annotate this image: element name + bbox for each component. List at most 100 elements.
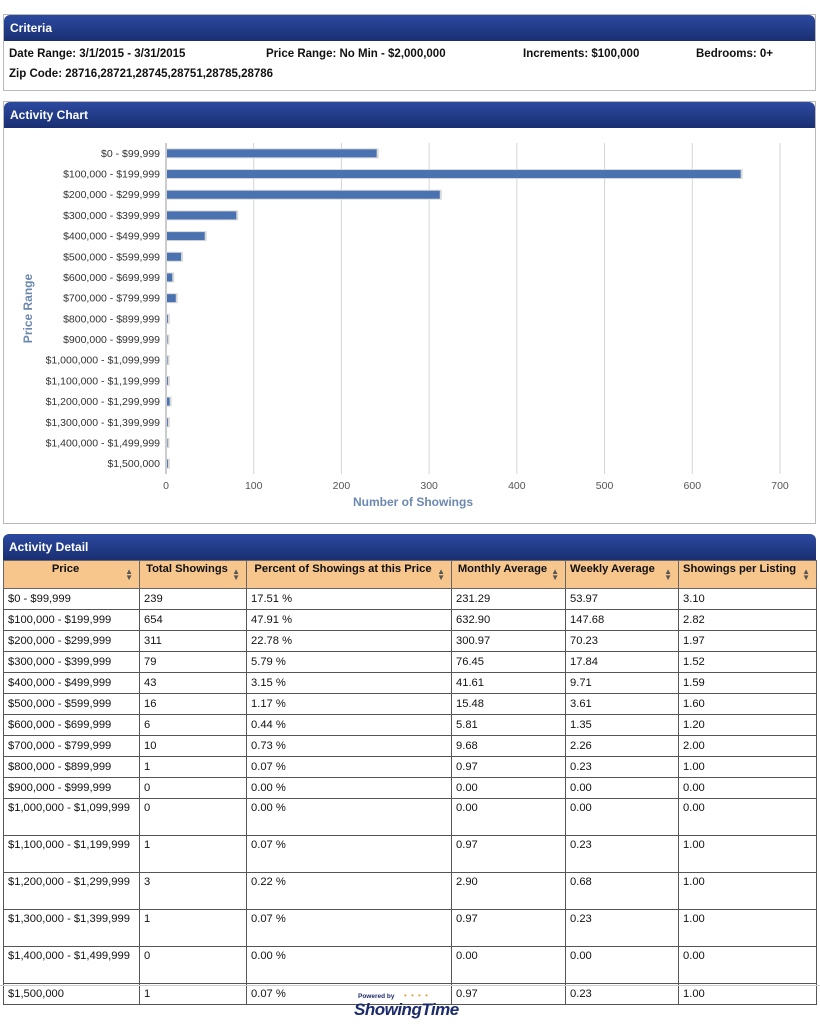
table-cell: 1.17 % (246, 693, 452, 715)
table-cell: 0.00 (451, 798, 566, 836)
table-cell: $1,100,000 - $1,199,999 (3, 835, 140, 873)
y-category-label: $1,400,000 - $1,499,999 (46, 437, 161, 449)
table-cell: 47.91 % (246, 609, 452, 631)
table-cell: 0.97 (451, 835, 566, 873)
table-cell: 239 (139, 588, 247, 610)
table-cell: 41.61 (451, 672, 566, 694)
sort-icon[interactable]: ▲ ▼ (125, 568, 133, 582)
table-cell: 15.48 (451, 693, 566, 715)
bar (167, 438, 168, 447)
table-cell: 0.00 (565, 798, 679, 836)
criteria-panel: Criteria Date Range: 3/1/2015 - 3/31/201… (3, 14, 816, 91)
table-cell: 0.00 % (246, 946, 452, 984)
showingtime-logo: • • • • Powered by ShowingTime (354, 991, 466, 1021)
table-cell: 0.23 (565, 909, 679, 947)
table-cell: 0.00 (678, 777, 817, 799)
table-cell: 0.44 % (246, 714, 452, 736)
column-header-total-showings[interactable]: Total Showings ▲ ▼ (139, 560, 247, 589)
x-tick-label: 400 (508, 480, 526, 492)
y-category-label: $600,000 - $699,999 (63, 272, 160, 284)
table-cell: $400,000 - $499,999 (3, 672, 140, 694)
y-category-label: $500,000 - $599,999 (63, 251, 160, 263)
sort-icon[interactable]: ▲ ▼ (437, 568, 445, 582)
column-header-percent[interactable]: Percent of Showings at this Price ▲ ▼ (246, 560, 452, 589)
bar (167, 294, 176, 303)
y-category-label: $100,000 - $199,999 (63, 169, 160, 181)
bar (167, 211, 237, 220)
table-cell: $900,000 - $999,999 (3, 777, 140, 799)
y-category-label: $400,000 - $499,999 (63, 231, 160, 243)
activity-detail-table: Price ▲ ▼ Total Showings ▲ ▼ Percent of Show… (3, 560, 817, 1005)
table-cell: 654 (139, 609, 247, 631)
table-cell: $700,000 - $799,999 (3, 735, 140, 757)
x-tick-label: 500 (596, 480, 614, 492)
table-cell: 147.68 (565, 609, 679, 631)
table-cell: $200,000 - $299,999 (3, 630, 140, 652)
table-row: $100,000 - $199,999 654 47.91 % 632.90 147.6… (3, 609, 817, 631)
y-category-label: $0 - $99,999 (101, 148, 160, 160)
y-category-label: $700,000 - $799,999 (63, 293, 160, 305)
bedrooms: Bedrooms: 0+ (696, 48, 774, 60)
table-cell: 3.61 (565, 693, 679, 715)
table-cell: 3.10 (678, 588, 817, 610)
table-cell: 2.82 (678, 609, 817, 631)
table-cell: 1.60 (678, 693, 817, 715)
sort-icon[interactable]: ▲ ▼ (551, 568, 559, 582)
sort-icon[interactable]: ▲ ▼ (664, 568, 672, 582)
table-row: $700,000 - $799,999 10 0.73 % 9.68 2.26 2.00 (3, 735, 817, 757)
table-cell: 632.90 (451, 609, 566, 631)
table-cell: $100,000 - $199,999 (3, 609, 140, 631)
table-cell: 0.07 % (246, 835, 452, 873)
table-cell: 5.81 (451, 714, 566, 736)
table-cell: 300.97 (451, 630, 566, 652)
table-cell: $300,000 - $399,999 (3, 651, 140, 673)
table-cell: $1,300,000 - $1,399,999 (3, 909, 140, 947)
table-cell: 311 (139, 630, 247, 652)
table-cell: 1.00 (678, 835, 817, 873)
table-cell: 0.00 % (246, 777, 452, 799)
bar (167, 170, 741, 179)
activity-chart-panel: Activity Chart 0 100 200 300 400 500 600 700 $0 … (3, 101, 816, 524)
table-cell: 76.45 (451, 651, 566, 673)
table-cell: 9.71 (565, 672, 679, 694)
table-cell: 0.00 (565, 777, 679, 799)
x-tick-label: 200 (333, 480, 351, 492)
bar (167, 376, 168, 385)
footer-divider (0, 985, 820, 986)
table-cell: 1.35 (565, 714, 679, 736)
table-row: $600,000 - $699,999 6 0.44 % 5.81 1.35 1.20 (3, 714, 817, 736)
table-row: $1,300,000 - $1,399,999 1 0.07 % 0.97 0.23 1.… (3, 909, 817, 947)
x-tick-label: 700 (771, 480, 789, 492)
table-header-row: Price ▲ ▼ Total Showings ▲ ▼ Percent of Show… (3, 560, 817, 589)
date-range: Date Range: 3/1/2015 - 3/31/2015 (9, 48, 186, 60)
table-cell: 231.29 (451, 588, 566, 610)
table-cell: 1.00 (678, 983, 817, 1005)
table-cell: 0.00 % (246, 798, 452, 836)
activity-detail-header: Activity Detail (3, 534, 816, 560)
criteria-header: Criteria (4, 15, 815, 41)
column-header-price[interactable]: Price ▲ ▼ (3, 560, 140, 589)
table-cell: 0.23 (565, 983, 679, 1005)
brand-name: ShowingTime (354, 1000, 459, 1019)
zip-code: Zip Code: 28716,28721,28745,28751,28785,… (9, 68, 274, 80)
column-header-weekly-average[interactable]: Weekly Average ▲ ▼ (565, 560, 679, 589)
table-cell: 0.00 (678, 946, 817, 984)
table-cell: 0.23 (565, 835, 679, 873)
activity-bar-chart: 0 100 200 300 400 500 600 700 $0 - $99,999 $100,0… (21, 143, 789, 509)
table-cell: 9.68 (451, 735, 566, 757)
column-header-monthly-average[interactable]: Monthly Average ▲ ▼ (451, 560, 566, 589)
table-cell: 53.97 (565, 588, 679, 610)
table-cell: 0.97 (451, 983, 566, 1005)
y-category-label: $200,000 - $299,999 (63, 189, 160, 201)
table-cell: $0 - $99,999 (3, 588, 140, 610)
bar (167, 335, 168, 344)
sort-icon[interactable]: ▲ ▼ (232, 568, 240, 582)
bar (167, 252, 182, 261)
x-axis-title: Number of Showings (353, 495, 473, 509)
bar (167, 418, 168, 427)
x-tick-label: 100 (245, 480, 263, 492)
table-cell: 2.00 (678, 735, 817, 757)
sort-icon[interactable]: ▲ ▼ (802, 568, 810, 582)
column-header-showings-per-listing[interactable]: Showings per Listing ▲ ▼ (678, 560, 817, 589)
bar (167, 273, 173, 282)
